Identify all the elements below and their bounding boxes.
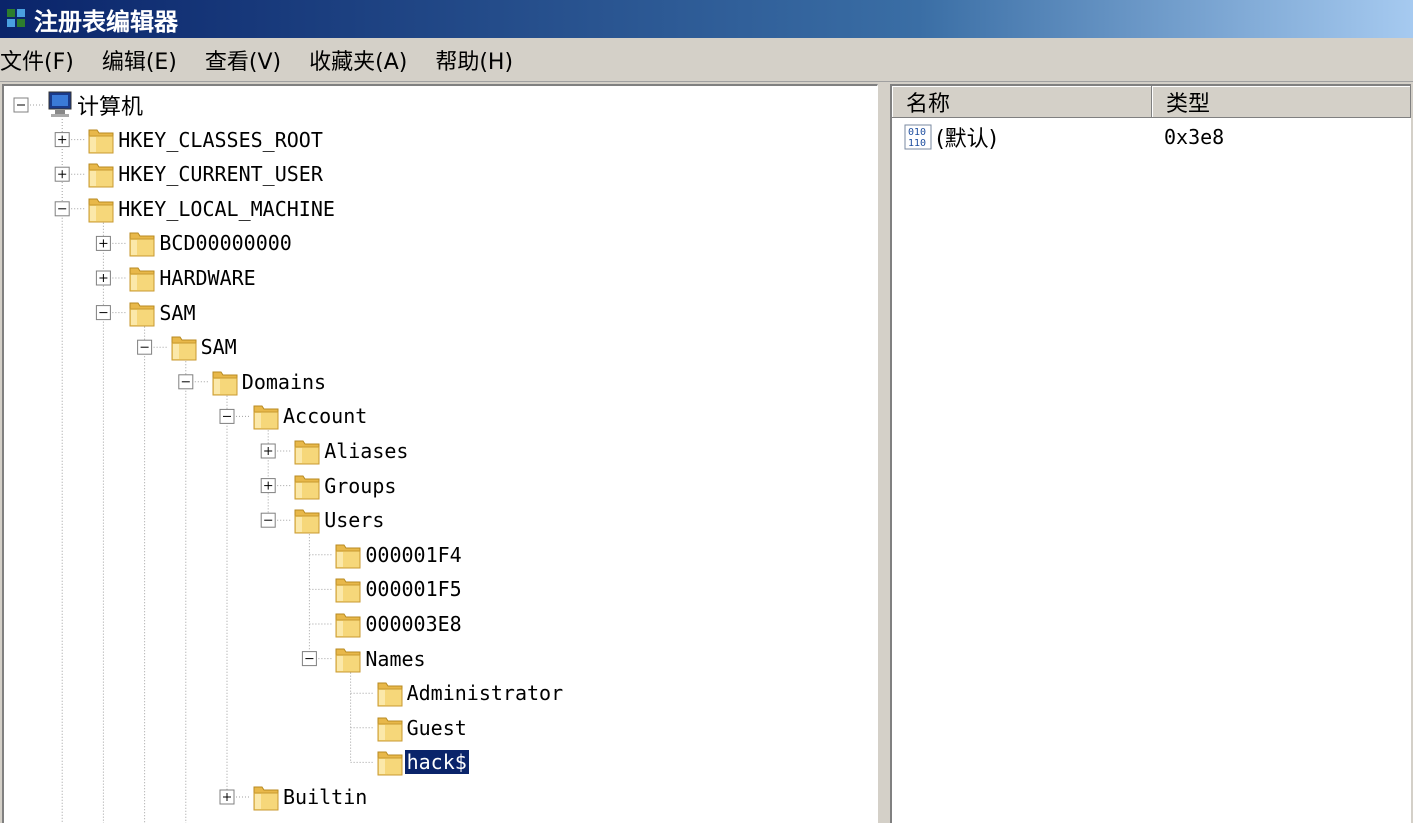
tree-node-label: Guest: [406, 715, 467, 740]
expand-icon[interactable]: [260, 478, 276, 494]
menu-favorites[interactable]: 收藏夹(A): [309, 44, 407, 76]
folder-icon: [212, 371, 238, 396]
tree-node[interactable]: Groups: [292, 469, 398, 503]
svg-text:110: 110: [908, 138, 926, 149]
folder-icon: [294, 509, 320, 534]
tree-node-label: Account: [283, 404, 368, 429]
tree-node[interactable]: Builtin: [251, 780, 369, 814]
tree-node[interactable]: Aliases: [292, 434, 410, 468]
folder-icon: [253, 405, 279, 430]
tree-node-label: SAM: [159, 300, 196, 325]
expand-icon[interactable]: [54, 132, 70, 148]
tree-node-label: hack$: [403, 749, 470, 776]
tree-node-label: HKEY_CURRENT_USER: [118, 162, 323, 187]
tree-node[interactable]: Account: [251, 399, 369, 433]
menu-view[interactable]: 查看(V): [205, 44, 281, 76]
folder-icon: [88, 129, 114, 154]
folder-icon: [171, 336, 197, 361]
value-row[interactable]: 010 110 (默认) 0x3e8: [892, 120, 1411, 154]
tree-node[interactable]: 计算机: [45, 88, 145, 122]
tree-node-label: 000003E8: [365, 612, 462, 636]
window-title: 注册表编辑器: [34, 7, 178, 36]
tree-node-label: Builtin: [283, 785, 368, 809]
tree-node-label: Names: [365, 646, 426, 671]
menu-bar: 文件(F) 编辑(E) 查看(V) 收藏夹(A) 帮助(H): [0, 38, 1413, 82]
tree-node[interactable]: SAM: [169, 330, 239, 364]
folder-icon: [377, 751, 403, 776]
tree-node-label: SAM: [200, 335, 237, 360]
tree-node-label: 000001F4: [365, 542, 462, 567]
tree-node-label: BCD00000000: [159, 231, 292, 256]
tree-node-label: Users: [324, 508, 385, 533]
binary-value-icon: 010 110: [904, 124, 932, 150]
tree-node[interactable]: Names: [333, 642, 427, 676]
tree-node-label: Domains: [241, 369, 327, 394]
value-name-cell: 010 110 (默认): [904, 121, 997, 153]
folder-icon: [253, 786, 279, 811]
folder-icon: [335, 613, 361, 638]
tree-node-label: Administrator: [406, 681, 564, 706]
folder-icon: [129, 267, 155, 292]
menu-help[interactable]: 帮助(H): [435, 44, 513, 76]
tree-node-label: Groups: [324, 473, 397, 498]
folder-icon: [377, 717, 403, 742]
expand-icon[interactable]: [95, 270, 111, 286]
folder-icon: [335, 578, 361, 603]
tree-node[interactable]: HKEY_CURRENT_USER: [86, 157, 325, 191]
tree-node-label: HKEY_LOCAL_MACHINE: [118, 196, 335, 221]
collapse-icon[interactable]: [95, 305, 111, 321]
tree-node-label: 计算机: [77, 95, 144, 120]
menu-file[interactable]: 文件(F): [0, 44, 74, 76]
tree-node-label: 000001F5: [365, 577, 462, 602]
computer-icon: [48, 91, 72, 117]
value-name: (默认): [936, 127, 998, 152]
folder-icon: [377, 682, 403, 707]
tree-node[interactable]: HARDWARE: [127, 261, 257, 295]
folder-icon: [129, 232, 155, 257]
tree-node[interactable]: Administrator: [375, 676, 566, 710]
collapse-icon[interactable]: [137, 339, 153, 355]
expand-icon[interactable]: [54, 166, 70, 182]
tree-node[interactable]: hack$: [375, 745, 470, 779]
title-bar: 注册表编辑器: [0, 0, 1413, 38]
tree-node-label: Aliases: [324, 439, 409, 463]
tree-node[interactable]: HKEY_LOCAL_MACHINE: [86, 192, 337, 226]
column-header-name[interactable]: 名称: [892, 86, 1152, 118]
tree-node[interactable]: Users: [292, 503, 386, 537]
tree-node-label: HKEY_CLASSES_ROOT: [118, 127, 323, 152]
collapse-icon[interactable]: [178, 374, 194, 390]
collapse-icon[interactable]: [260, 512, 276, 528]
collapse-icon[interactable]: [13, 97, 29, 113]
tree-node[interactable]: Guest: [375, 711, 469, 745]
tree-node[interactable]: HKEY_CLASSES_ROOT: [86, 123, 325, 157]
tree-node[interactable]: SAM: [127, 296, 197, 330]
collapse-icon[interactable]: [219, 408, 235, 424]
tree-node-label: HARDWARE: [159, 266, 256, 290]
menu-edit[interactable]: 编辑(E): [102, 44, 177, 76]
values-list-pane[interactable]: 名称 类型 010 110 (默认) 0x3e8: [890, 84, 1411, 823]
expand-icon[interactable]: [95, 235, 111, 251]
value-type: 0x3e8: [1164, 125, 1225, 149]
collapse-icon[interactable]: [54, 201, 70, 217]
pane-splitter[interactable]: [878, 84, 890, 823]
folder-icon: [335, 648, 361, 673]
folder-icon: [88, 163, 114, 188]
folder-icon: [129, 302, 155, 327]
expand-icon[interactable]: [219, 789, 235, 805]
registry-tree-pane[interactable]: 计算机 HKEY_CLASSES_ROOT HKEY_CURRENT_USER HKE…: [2, 84, 878, 823]
folder-icon: [88, 198, 114, 223]
column-header-type[interactable]: 类型: [1152, 86, 1411, 118]
regedit-icon: [7, 9, 25, 27]
folder-icon: [335, 544, 361, 569]
tree-node[interactable]: 000003E8: [333, 607, 463, 641]
svg-text:010: 010: [908, 127, 926, 138]
folder-icon: [294, 475, 320, 500]
tree-node[interactable]: 000001F5: [333, 572, 463, 606]
tree-node[interactable]: Domains: [210, 365, 328, 399]
tree-node[interactable]: 000001F4: [333, 538, 463, 572]
expand-icon[interactable]: [260, 443, 276, 459]
folder-icon: [294, 440, 320, 465]
collapse-icon[interactable]: [301, 651, 317, 667]
tree-node[interactable]: BCD00000000: [127, 226, 293, 260]
